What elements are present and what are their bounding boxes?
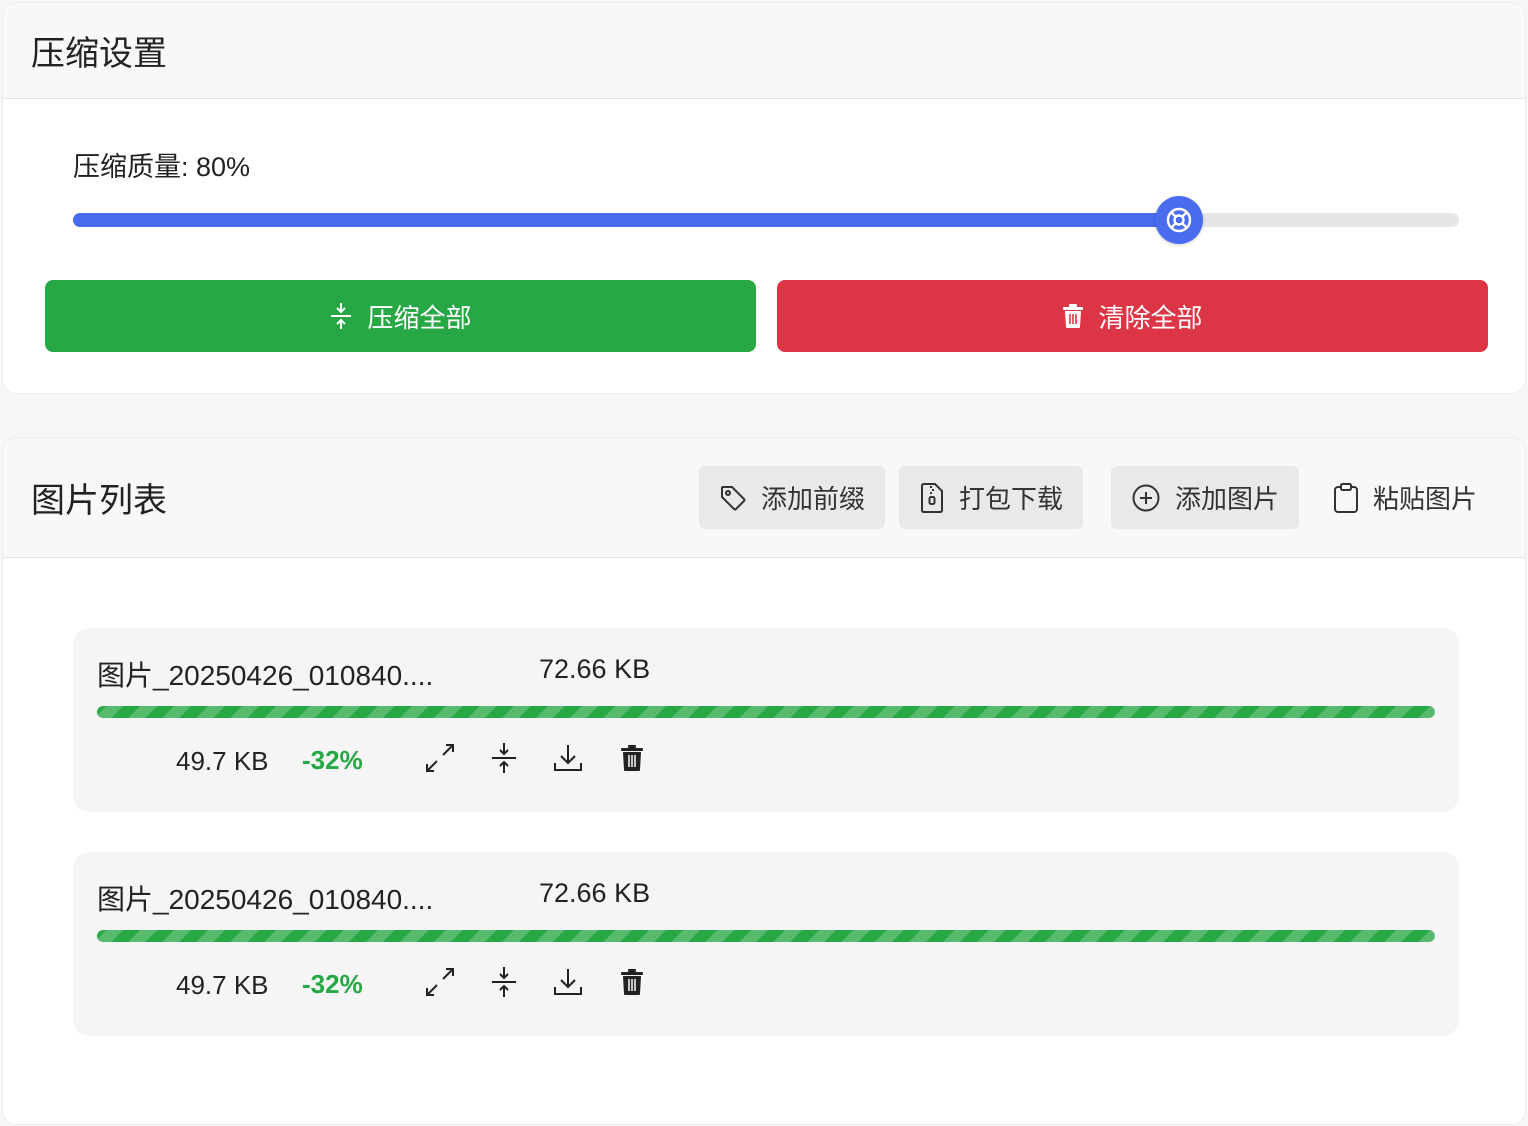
compressed-size: 49.7 KB — [176, 970, 269, 1000]
compression-settings-card: 压缩设置 压缩质量: 80% 压缩全部 清除全部 — [2, 2, 1526, 394]
trash-icon — [621, 745, 643, 771]
file-name: 图片_20250426_010840.... — [97, 884, 434, 915]
compression-progress-fill — [97, 930, 1435, 942]
quality-slider[interactable] — [73, 196, 1459, 244]
clear-all-button[interactable]: 清除全部 — [777, 280, 1488, 352]
add-image-label: 添加图片 — [1174, 484, 1279, 514]
image-list-card: 图片列表 添加前缀 打包下载 添加图片 粘贴图片 图片_20250426_010… — [2, 437, 1526, 1125]
zip-file-icon — [920, 482, 943, 513]
expand-icon — [426, 968, 454, 996]
compress-all-button[interactable]: 压缩全部 — [45, 280, 756, 352]
lifebuoy-icon — [1166, 207, 1192, 233]
expand-icon — [426, 744, 454, 772]
clipboard-icon — [1333, 482, 1358, 513]
compression-ratio: -32% — [302, 745, 363, 775]
compress-icon — [492, 967, 516, 997]
file-item: 图片_20250426_010840.... 72.66 KB 49.7 KB … — [73, 628, 1459, 812]
compression-ratio: -32% — [302, 969, 363, 999]
file-name: 图片_20250426_010840.... — [97, 660, 434, 691]
quality-label: 压缩质量: 80% — [73, 152, 251, 182]
compress-button[interactable] — [487, 740, 521, 776]
image-list-header: 图片列表 添加前缀 打包下载 添加图片 粘贴图片 — [3, 438, 1525, 558]
file-actions — [423, 964, 649, 1000]
zip-download-button[interactable]: 打包下载 — [898, 466, 1083, 529]
quality-slider-fill — [73, 213, 1179, 227]
delete-button[interactable] — [615, 964, 649, 1000]
download-button[interactable] — [551, 740, 585, 776]
original-size: 72.66 KB — [539, 654, 651, 684]
settings-title: 压缩设置 — [31, 35, 167, 73]
file-item: 图片_20250426_010840.... 72.66 KB 49.7 KB … — [73, 852, 1459, 1036]
compressed-size: 49.7 KB — [176, 746, 269, 776]
add-image-button[interactable]: 添加图片 — [1110, 466, 1299, 529]
delete-button[interactable] — [615, 740, 649, 776]
compress-icon — [492, 743, 516, 773]
compress-all-label: 压缩全部 — [367, 302, 472, 333]
compression-progress — [97, 706, 1435, 718]
compress-icon — [331, 303, 352, 329]
image-list-title: 图片列表 — [31, 482, 167, 520]
settings-header: 压缩设置 — [3, 3, 1525, 99]
download-button[interactable] — [551, 964, 585, 1000]
tag-icon — [720, 485, 746, 510]
quality-slider-thumb[interactable] — [1155, 196, 1203, 244]
plus-circle-icon — [1132, 484, 1160, 511]
compress-button[interactable] — [487, 964, 521, 1000]
image-list-actions: 添加前缀 打包下载 添加图片 粘贴图片 — [698, 466, 1497, 529]
download-icon — [554, 969, 582, 995]
clear-all-label: 清除全部 — [1098, 302, 1203, 333]
preview-button[interactable] — [423, 964, 457, 1000]
trash-icon — [1063, 304, 1084, 328]
add-prefix-label: 添加前缀 — [760, 484, 865, 514]
trash-icon — [621, 969, 643, 995]
paste-image-label: 粘贴图片 — [1372, 484, 1477, 514]
preview-button[interactable] — [423, 740, 457, 776]
compression-progress — [97, 930, 1435, 942]
paste-image-button[interactable]: 粘贴图片 — [1313, 466, 1497, 529]
original-size: 72.66 KB — [539, 878, 651, 908]
download-icon — [554, 745, 582, 771]
file-actions — [423, 740, 649, 776]
zip-download-label: 打包下载 — [958, 484, 1063, 514]
compression-progress-fill — [97, 706, 1435, 718]
add-prefix-button[interactable]: 添加前缀 — [698, 466, 885, 529]
